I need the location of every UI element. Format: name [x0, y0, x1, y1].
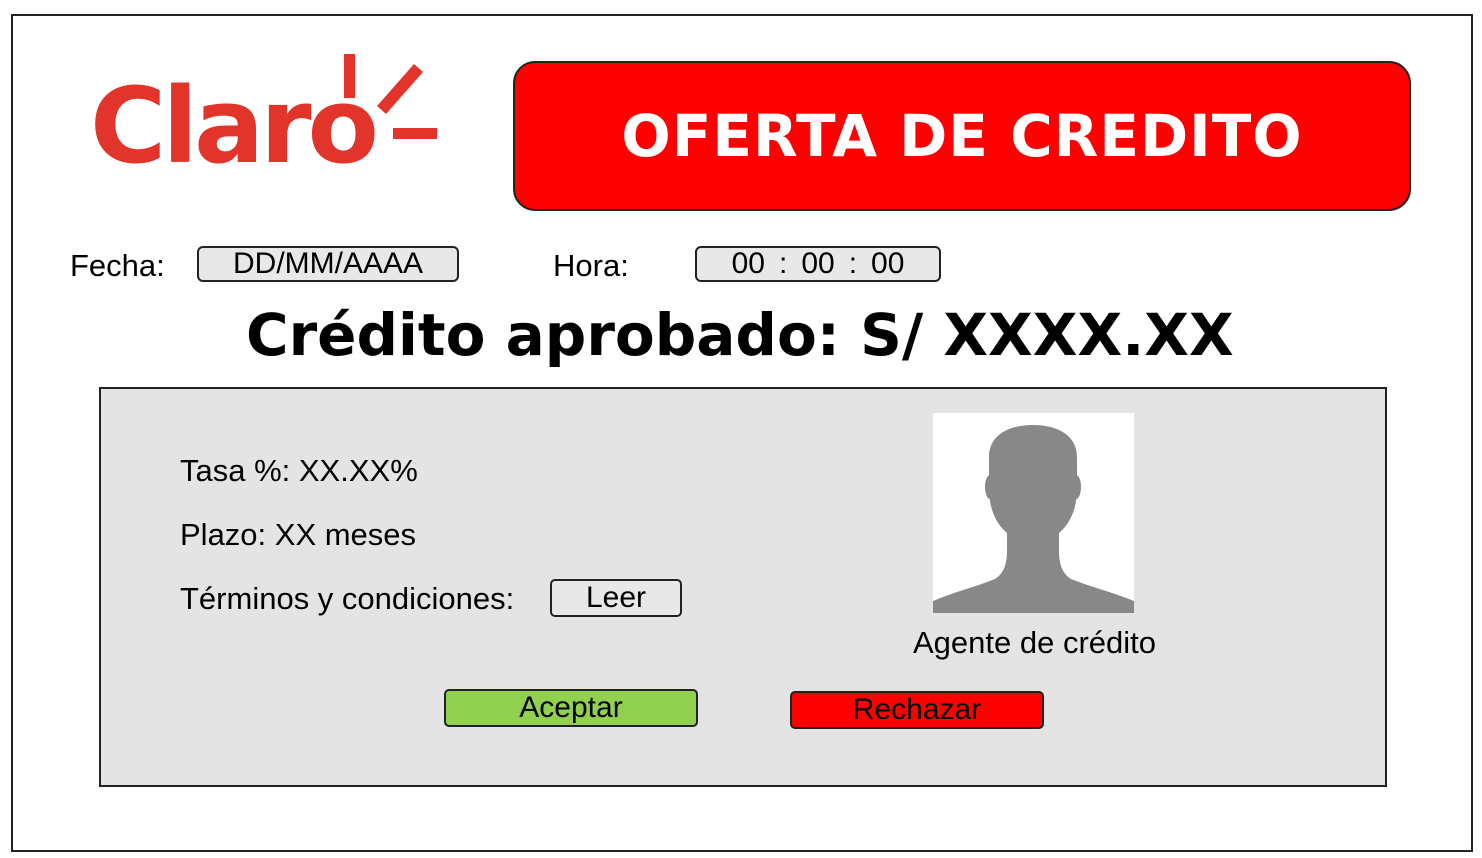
- reject-button[interactable]: Rechazar: [790, 691, 1044, 729]
- reject-label: Rechazar: [852, 693, 982, 726]
- agent-avatar: [933, 413, 1134, 613]
- rate-text: Tasa %: XX.XX%: [180, 453, 418, 488]
- logo-rays-icon: [344, 54, 437, 139]
- read-terms-label: Leer: [585, 581, 647, 614]
- accept-label: Aceptar: [519, 691, 623, 724]
- term-text: Plazo: XX meses: [180, 517, 417, 552]
- date-value: DD/MM/AAAA: [232, 247, 424, 280]
- date-label: Fecha:: [70, 248, 165, 283]
- time-field[interactable]: 00 : 00 : 00: [695, 246, 941, 282]
- approved-credit-heading: Crédito aprobado: S/ XXXX.XX: [246, 301, 1234, 369]
- time-hours: 00: [731, 247, 765, 280]
- time-separator: :: [778, 247, 788, 280]
- date-field[interactable]: DD/MM/AAAA: [197, 246, 459, 282]
- read-terms-button[interactable]: Leer: [550, 579, 682, 617]
- title-banner: OFERTA DE CREDITO: [513, 61, 1411, 211]
- terms-label: Términos y condiciones:: [180, 581, 515, 616]
- agent-caption: Agente de crédito: [913, 625, 1157, 660]
- time-label: Hora:: [553, 248, 629, 283]
- time-separator: :: [848, 247, 858, 280]
- accept-button[interactable]: Aceptar: [444, 689, 698, 727]
- offer-details-panel: Tasa %: XX.XX% Plazo: XX meses Términos …: [99, 387, 1387, 787]
- time-minutes: 00: [801, 247, 835, 280]
- claro-logo: Claro: [90, 50, 440, 190]
- person-silhouette-icon: [933, 425, 1134, 613]
- time-seconds: 00: [871, 247, 905, 280]
- page-title: OFERTA DE CREDITO: [621, 102, 1303, 170]
